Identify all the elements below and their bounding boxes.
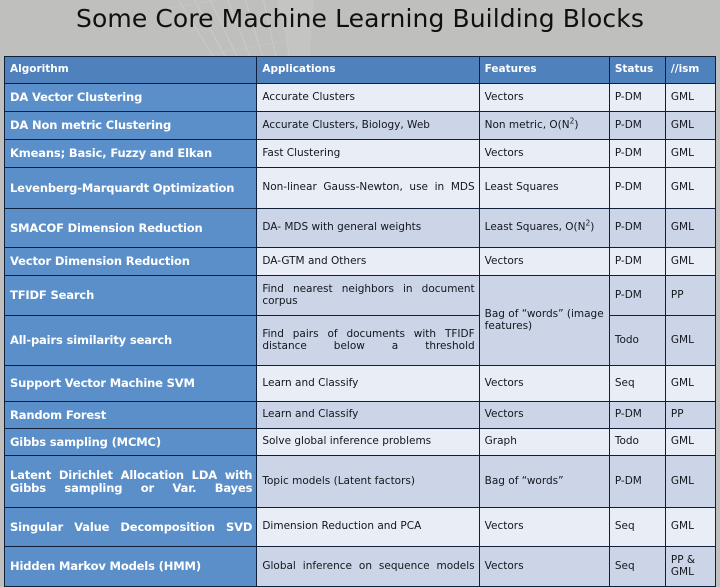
cell-applications[interactable]: Dimension Reduction and PCA bbox=[256, 507, 480, 547]
cell-applications[interactable]: Non-linear Gauss-Newton, use in MDS bbox=[256, 167, 480, 209]
cell-features[interactable]: Vectors bbox=[478, 365, 610, 402]
cell-ism[interactable]: GML bbox=[664, 247, 717, 276]
cell-status[interactable]: P-DM bbox=[608, 401, 666, 429]
cell-algorithm[interactable]: DA Vector Clustering bbox=[3, 83, 258, 112]
table-row: Vector Dimension Reduction DA-GTM and Ot… bbox=[3, 247, 717, 276]
cell-ism[interactable]: GML bbox=[664, 111, 717, 140]
cell-status[interactable]: P-DM bbox=[608, 83, 666, 112]
cell-applications[interactable]: Learn and Classify bbox=[256, 401, 480, 429]
page-title: Some Core Machine Learning Building Bloc… bbox=[76, 4, 644, 33]
ml-building-blocks-table: Algorithm Applications Features Status /… bbox=[3, 56, 717, 587]
cell-algorithm[interactable]: Latent Dirichlet Allocation LDA with Gib… bbox=[3, 455, 258, 508]
table-row: Random Forest Learn and Classify Vectors… bbox=[3, 401, 717, 429]
table-row: Kmeans; Basic, Fuzzy and Elkan Fast Clus… bbox=[3, 139, 717, 168]
cell-status[interactable]: Seq bbox=[608, 365, 666, 402]
cell-features[interactable]: Vectors bbox=[478, 546, 610, 587]
cell-status[interactable]: Seq bbox=[608, 546, 666, 587]
column-header-applications[interactable]: Applications bbox=[256, 56, 480, 84]
cell-algorithm[interactable]: Support Vector Machine SVM bbox=[3, 365, 258, 402]
cell-algorithm[interactable]: All-pairs similarity search bbox=[3, 315, 258, 366]
column-header-ism[interactable]: //ism bbox=[664, 56, 717, 84]
ml-building-blocks-table-container: Algorithm Applications Features Status /… bbox=[3, 56, 717, 587]
table-row: Hidden Markov Models (HMM) Global infere… bbox=[3, 546, 717, 587]
column-header-algorithm[interactable]: Algorithm bbox=[3, 56, 258, 84]
cell-applications[interactable]: Accurate Clusters bbox=[256, 83, 480, 112]
cell-applications[interactable]: Find nearest neighbors in document corpu… bbox=[256, 275, 480, 316]
cell-applications[interactable]: DA- MDS with general weights bbox=[256, 208, 480, 248]
cell-algorithm[interactable]: TFIDF Search bbox=[3, 275, 258, 316]
cell-features[interactable]: Bag of “words” bbox=[478, 455, 610, 508]
cell-features[interactable]: Vectors bbox=[478, 247, 610, 276]
table-row: Singular Value Decomposition SVD Dimensi… bbox=[3, 507, 717, 547]
cell-status[interactable]: Todo bbox=[608, 428, 666, 456]
table-row: Latent Dirichlet Allocation LDA with Gib… bbox=[3, 455, 717, 508]
cell-features[interactable]: Non metric, O(N2) bbox=[478, 111, 610, 140]
table-row: DA Vector Clustering Accurate Clusters V… bbox=[3, 83, 717, 112]
cell-ism[interactable]: GML bbox=[664, 315, 717, 366]
table-row: Levenberg-Marquardt Optimization Non-lin… bbox=[3, 167, 717, 209]
cell-ism[interactable]: GML bbox=[664, 208, 717, 248]
cell-algorithm[interactable]: Random Forest bbox=[3, 401, 258, 429]
column-header-status[interactable]: Status bbox=[608, 56, 666, 84]
table-header-row: Algorithm Applications Features Status /… bbox=[3, 56, 717, 84]
cell-status[interactable]: P-DM bbox=[608, 247, 666, 276]
table-row: Gibbs sampling (MCMC) Solve global infer… bbox=[3, 428, 717, 456]
cell-applications[interactable]: Solve global inference problems bbox=[256, 428, 480, 456]
table-row: All-pairs similarity search Find pairs o… bbox=[3, 315, 717, 366]
cell-algorithm[interactable]: Gibbs sampling (MCMC) bbox=[3, 428, 258, 456]
cell-ism[interactable]: GML bbox=[664, 428, 717, 456]
features-text: Least Squares, O(N bbox=[484, 221, 586, 234]
cell-algorithm[interactable]: SMACOF Dimension Reduction bbox=[3, 208, 258, 248]
cell-ism[interactable]: GML bbox=[664, 507, 717, 547]
cell-features[interactable]: Graph bbox=[478, 428, 610, 456]
cell-status[interactable]: P-DM bbox=[608, 111, 666, 140]
table-row: SMACOF Dimension Reduction DA- MDS with … bbox=[3, 208, 717, 248]
cell-applications[interactable]: Global inference on sequence models bbox=[256, 546, 480, 587]
cell-algorithm[interactable]: Levenberg-Marquardt Optimization bbox=[3, 167, 258, 209]
cell-applications[interactable]: Accurate Clusters, Biology, Web bbox=[256, 111, 480, 140]
cell-status[interactable]: P-DM bbox=[608, 208, 666, 248]
cell-algorithm[interactable]: Singular Value Decomposition SVD bbox=[3, 507, 258, 547]
cell-status[interactable]: P-DM bbox=[608, 139, 666, 168]
cell-ism[interactable]: GML bbox=[664, 365, 717, 402]
cell-ism[interactable]: GML bbox=[664, 139, 717, 168]
column-header-features[interactable]: Features bbox=[478, 56, 610, 84]
cell-ism[interactable]: GML bbox=[664, 455, 717, 508]
features-text-tail: ) bbox=[574, 118, 579, 131]
cell-features[interactable]: Least Squares, O(N2) bbox=[478, 208, 610, 248]
cell-features[interactable]: Vectors bbox=[478, 83, 610, 112]
cell-status[interactable]: P-DM bbox=[608, 275, 666, 316]
table-row: TFIDF Search Find nearest neighbors in d… bbox=[3, 275, 717, 366]
cell-applications[interactable]: Learn and Classify bbox=[256, 365, 480, 402]
cell-algorithm[interactable]: DA Non metric Clustering bbox=[3, 111, 258, 140]
cell-ism[interactable]: PP bbox=[664, 275, 717, 316]
cell-applications[interactable]: Fast Clustering bbox=[256, 139, 480, 168]
cell-features[interactable]: Vectors bbox=[478, 507, 610, 547]
cell-status[interactable]: P-DM bbox=[608, 455, 666, 508]
cell-ism[interactable]: PP & GML bbox=[664, 546, 717, 587]
features-text: Non metric, O(N bbox=[484, 118, 570, 131]
cell-algorithm[interactable]: Hidden Markov Models (HMM) bbox=[3, 546, 258, 587]
cell-ism[interactable]: PP bbox=[664, 401, 717, 429]
cell-status[interactable]: P-DM bbox=[608, 167, 666, 209]
cell-ism[interactable]: GML bbox=[664, 167, 717, 209]
features-text-tail: ) bbox=[590, 221, 595, 234]
table-row: DA Non metric Clustering Accurate Cluste… bbox=[3, 111, 717, 140]
table-row: Support Vector Machine SVM Learn and Cla… bbox=[3, 365, 717, 402]
cell-applications[interactable]: Find pairs of documents with TFIDF dista… bbox=[256, 315, 480, 366]
cell-ism[interactable]: GML bbox=[664, 83, 717, 112]
cell-algorithm[interactable]: Vector Dimension Reduction bbox=[3, 247, 258, 276]
cell-features[interactable]: Vectors bbox=[478, 401, 610, 429]
cell-features[interactable]: Least Squares bbox=[478, 167, 610, 209]
cell-algorithm[interactable]: Kmeans; Basic, Fuzzy and Elkan bbox=[3, 139, 258, 168]
cell-status[interactable]: Seq bbox=[608, 507, 666, 547]
cell-applications[interactable]: Topic models (Latent factors) bbox=[256, 455, 480, 508]
cell-features-merged[interactable]: Bag of “words” (image features) bbox=[478, 275, 610, 366]
cell-features[interactable]: Vectors bbox=[478, 139, 610, 168]
cell-status[interactable]: Todo bbox=[608, 315, 666, 366]
cell-applications[interactable]: DA-GTM and Others bbox=[256, 247, 480, 276]
